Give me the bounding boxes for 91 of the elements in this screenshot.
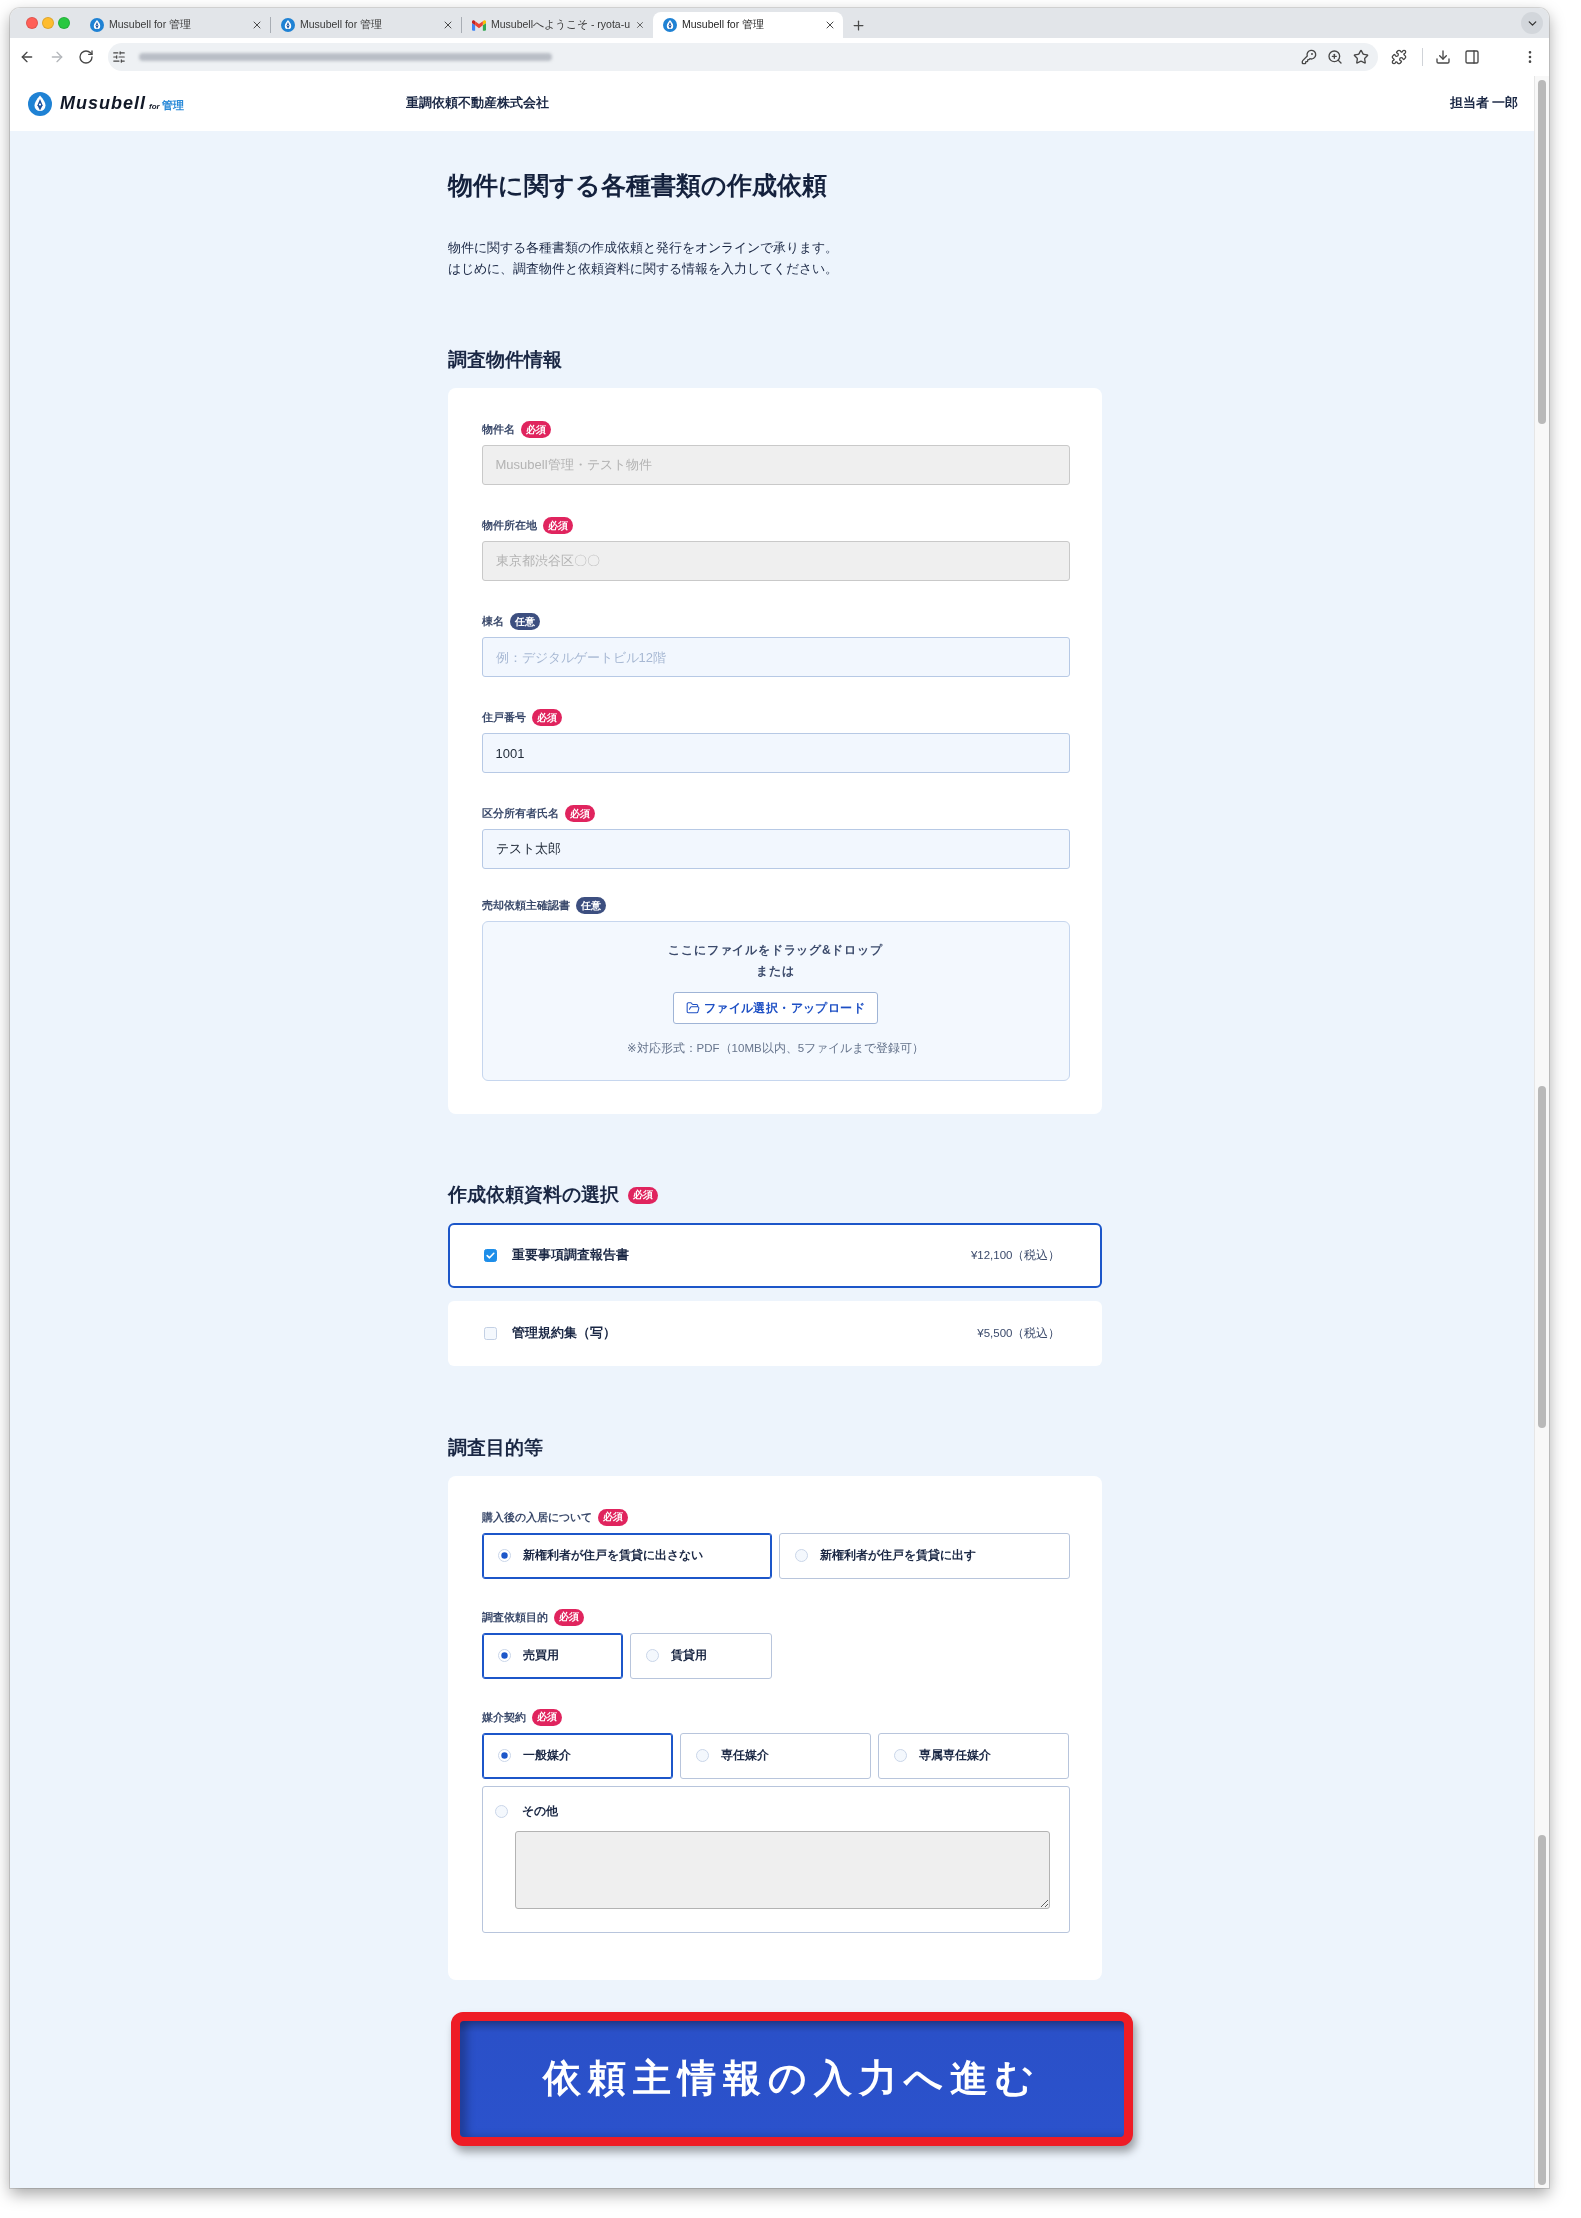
document-name: 管理規約集（写） bbox=[511, 1325, 616, 1342]
logo-icon bbox=[663, 18, 677, 32]
or-text: または bbox=[756, 963, 795, 980]
browser-tab[interactable]: Musubell for 管理 bbox=[80, 12, 270, 38]
format-note: ※対応形式：PDF（10MB以内、5ファイルまで登録可） bbox=[626, 1041, 925, 1056]
scrollbar-thumb[interactable] bbox=[1538, 80, 1546, 424]
close-icon[interactable] bbox=[824, 19, 836, 31]
field-label: 購入後の入居について bbox=[481, 1509, 592, 1525]
field-label: 調査依頼目的 bbox=[481, 1609, 548, 1625]
section-heading: 調査物件情報 bbox=[447, 348, 562, 372]
field-badge: 必須 bbox=[520, 421, 551, 438]
section-heading: 調査目的等 bbox=[447, 1435, 543, 1460]
browser-tab[interactable]: Musubell for 管理 bbox=[271, 12, 461, 38]
close-icon[interactable] bbox=[635, 19, 645, 31]
scrollbar-thumb[interactable] bbox=[1538, 1835, 1546, 2185]
checkbox[interactable] bbox=[483, 1327, 497, 1340]
document-option[interactable]: 重要事項調査報告書 ¥12,100（税込） bbox=[447, 1223, 1102, 1288]
option-label[interactable]: その他 bbox=[521, 1803, 558, 1820]
folder-icon bbox=[685, 1001, 700, 1015]
radio-button[interactable] bbox=[795, 1549, 808, 1562]
field-label: 物件所在地 bbox=[481, 518, 537, 533]
field-badge: 必須 bbox=[542, 517, 573, 534]
intro-text: 物件に関する各種書類の作成依頼と発行をオンラインで承ります。 はじめに、調査物件と依頼資料に関する情報を入力してください。 bbox=[447, 240, 838, 278]
logo-icon bbox=[281, 18, 295, 32]
plus-icon[interactable] bbox=[851, 17, 866, 33]
radio-button[interactable] bbox=[695, 1749, 709, 1762]
logo-tag: for bbox=[149, 102, 160, 111]
document-name: 重要事項調査報告書 bbox=[511, 1247, 629, 1264]
scrollbar-thumb[interactable] bbox=[1538, 1086, 1546, 1428]
file-drop-zone[interactable]: ここにファイルをドラッグ&ドロップ または ファイル選択・アップロード ※対応形式：PDF（10MB以内、5ファイルまで登録可） bbox=[481, 921, 1070, 1081]
mail-icon bbox=[472, 19, 486, 31]
section-heading: 作成依頼資料の選択 bbox=[447, 1183, 619, 1207]
page-title: 物件に関する各種書類の作成依頼 bbox=[447, 170, 827, 201]
browser-tab[interactable]: Musubell for 管理 bbox=[653, 12, 843, 38]
field-badge: 必須 bbox=[627, 1186, 658, 1204]
logo-wordmark: Musubell bbox=[60, 93, 146, 114]
reload-icon[interactable] bbox=[77, 49, 94, 65]
file-upload-button[interactable]: ファイル選択・アップロード bbox=[672, 992, 879, 1024]
field-badge: 必須 bbox=[531, 1708, 562, 1726]
window-close-light[interactable] bbox=[26, 17, 38, 29]
logo-icon bbox=[28, 91, 52, 116]
key-icon[interactable] bbox=[1300, 49, 1317, 65]
tab-list-button[interactable] bbox=[1521, 12, 1543, 34]
radio-option[interactable]: 新権利者が住戸を賃貸に出す bbox=[779, 1532, 1070, 1579]
radio-option[interactable]: 売買用 bbox=[481, 1632, 624, 1679]
radio-option[interactable]: 専属専任媒介 bbox=[878, 1732, 1070, 1779]
radio-button[interactable] bbox=[497, 1749, 511, 1762]
field-badge: 任意 bbox=[509, 613, 540, 630]
field-label: 棟名 bbox=[481, 614, 504, 629]
browser-tab[interactable]: Musubellへようこそ - ryota-u bbox=[462, 12, 652, 38]
field-label: 区分所有者氏名 bbox=[481, 806, 559, 821]
text-field[interactable]: 例：デジタルゲートビル12階 bbox=[481, 637, 1070, 677]
site-settings-icon[interactable] bbox=[111, 50, 126, 64]
radio-button[interactable] bbox=[894, 1749, 908, 1762]
radio-button[interactable] bbox=[646, 1649, 660, 1662]
puzzle-icon[interactable] bbox=[1390, 49, 1407, 65]
field-badge: 必須 bbox=[597, 1508, 628, 1526]
radio-button[interactable] bbox=[497, 1549, 511, 1562]
text-field[interactable]: 1001 bbox=[481, 733, 1070, 773]
logo-icon bbox=[90, 18, 104, 32]
star-icon[interactable] bbox=[1352, 49, 1369, 65]
checkbox[interactable] bbox=[483, 1249, 497, 1262]
close-icon[interactable] bbox=[251, 19, 263, 31]
company-name: 重調依頼不動産株式会社 bbox=[406, 95, 549, 112]
document-option[interactable]: 管理規約集（写） ¥5,500（税込） bbox=[447, 1301, 1102, 1366]
radio-option[interactable]: 新権利者が住戸を賃貸に出さない bbox=[481, 1532, 772, 1579]
drop-hint: ここにファイルをドラッグ&ドロップ bbox=[668, 942, 883, 959]
zoom-in-icon[interactable] bbox=[1326, 49, 1343, 65]
radio-button[interactable] bbox=[494, 1805, 508, 1818]
text-field[interactable]: テスト太郎 bbox=[481, 829, 1070, 869]
field-label: 売却依頼主確認書 bbox=[481, 898, 570, 913]
field-label: 住戸番号 bbox=[481, 710, 526, 725]
field-badge: 必須 bbox=[531, 709, 562, 726]
radio-option[interactable]: 専任媒介 bbox=[679, 1732, 872, 1779]
field-label: 物件名 bbox=[481, 422, 515, 437]
document-price: ¥12,100（税込） bbox=[970, 1248, 1061, 1263]
logo-product: 管理 bbox=[161, 97, 184, 113]
scrollbar[interactable] bbox=[1534, 76, 1549, 2188]
side-panel-icon[interactable] bbox=[1464, 49, 1480, 65]
close-icon[interactable] bbox=[442, 19, 454, 31]
field-badge: 任意 bbox=[575, 897, 606, 914]
field-badge: 必須 bbox=[553, 1608, 584, 1626]
radio-button[interactable] bbox=[497, 1649, 511, 1662]
user-name: 担当者 一郎 bbox=[1449, 95, 1518, 112]
field-label: 媒介契約 bbox=[481, 1709, 526, 1725]
radio-option[interactable]: 一般媒介 bbox=[481, 1732, 673, 1779]
field-badge: 必須 bbox=[564, 805, 595, 822]
radio-option[interactable]: 賃貸用 bbox=[630, 1632, 772, 1679]
download-icon[interactable] bbox=[1434, 49, 1451, 65]
document-price: ¥5,500（税込） bbox=[977, 1326, 1061, 1341]
next-step-button[interactable]: 依頼主情報の入力へ進む bbox=[459, 2020, 1124, 2137]
